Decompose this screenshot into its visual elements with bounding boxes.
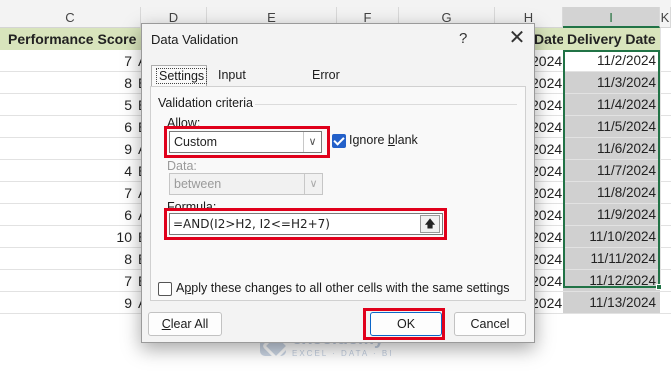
ok-button[interactable]: OK [370,312,442,336]
allow-label: Allow: [167,116,201,130]
header-partial-h[interactable]: Date [531,28,563,50]
clear-all-button[interactable]: Clear All [148,312,222,336]
partial-cell-h[interactable]: 2024 [531,160,563,182]
settings-panel: Validation criteria Allow: Custom ∨ Igno… [150,86,526,301]
gridline [660,28,661,288]
validation-criteria-label: Validation criteria [158,96,253,110]
allow-select-value: Custom [174,135,218,149]
partial-cell-h[interactable]: 2024 [531,292,563,314]
partial-cell-h[interactable]: 2024 [531,138,563,160]
help-button[interactable]: ? [459,30,467,47]
group-divider [255,104,517,105]
ignore-blank-accesskey: b [387,133,395,147]
watermark-tagline: EXCEL · DATA · BI [292,349,394,358]
performance-score-cell[interactable]: 5 [0,94,136,116]
tab-error-alert[interactable]: Error Alert [308,65,372,102]
partial-cell-h[interactable]: 2024 [531,270,563,292]
partial-cell-h[interactable]: 2024 [531,226,563,248]
delivery-date-cell[interactable]: 11/6/2024 [563,138,660,160]
chevron-down-icon: ∨ [303,132,321,152]
performance-score-cell[interactable]: 7 [0,50,136,72]
tab-settings[interactable]: Settings [151,65,208,87]
allow-select[interactable]: Custom ∨ [169,131,322,153]
formula-value: =AND(I2>H2, I2<=H2+7) [173,217,330,231]
ignore-blank-text-b: lank [394,133,418,147]
performance-score-cell[interactable]: 9 [0,292,136,314]
partial-cell-h[interactable]: 2024 [531,248,563,270]
collapse-dialog-icon[interactable]: 🡅 [420,215,440,233]
data-select-value: between [174,177,222,191]
apply-text-b: ply these changes to all other cells wit… [191,281,510,295]
delivery-date-cell[interactable]: 11/3/2024 [563,72,660,94]
apply-all-label: Apply these changes to all other cells w… [176,281,510,295]
formula-input[interactable]: =AND(I2>H2, I2<=H2+7) 🡅 [169,213,443,235]
chevron-down-icon: ∨ [304,174,322,194]
tab-input-message[interactable]: Input Message [214,65,302,102]
performance-score-cell[interactable]: 7 [0,182,136,204]
fill-handle[interactable] [656,284,662,290]
delivery-date-cell[interactable]: 11/13/2024 [563,292,660,314]
column-header-i[interactable]: I [563,7,660,28]
delivery-date-cell[interactable]: 11/7/2024 [563,160,660,182]
clear-all-label: lear All [170,317,209,331]
delivery-date-cell[interactable]: 11/9/2024 [563,204,660,226]
column-header-c[interactable]: C [0,7,141,28]
data-validation-dialog: Data Validation ? ✕ Settings Input Messa… [141,23,535,343]
partial-cell-h[interactable]: 2024 [531,204,563,226]
partial-cell-h[interactable]: 2024 [531,182,563,204]
cancel-button[interactable]: Cancel [454,312,526,336]
close-icon[interactable]: ✕ [506,26,528,50]
performance-score-cell[interactable]: 4 [0,160,136,182]
dialog-title: Data Validation [151,32,239,47]
performance-score-cell[interactable]: 6 [0,204,136,226]
delivery-date-cell[interactable]: 11/12/2024 [563,270,660,292]
header-delivery-date[interactable]: Delivery Date [563,28,660,50]
ribbon-edge [0,0,671,7]
tab-settings-label: Settings [156,68,208,84]
delivery-date-cell[interactable]: 11/8/2024 [563,182,660,204]
column-header-k[interactable]: K [660,7,671,28]
clear-all-accesskey: C [161,317,171,331]
partial-cell-h[interactable]: 2024 [531,50,563,72]
ignore-blank-label: Ignore blank [349,133,418,147]
delivery-date-cell[interactable]: 11/4/2024 [563,94,660,116]
performance-score-cell[interactable]: 8 [0,248,136,270]
ignore-blank-text-a: Ignore [349,133,388,147]
data-select: between ∨ [169,173,323,195]
data-label: Data: [167,159,197,173]
partial-cell-h[interactable]: 2024 [531,94,563,116]
apply-all-checkbox[interactable] [158,282,172,296]
partial-cell-h[interactable]: 2024 [531,116,563,138]
performance-score-cell[interactable]: 7 [0,270,136,292]
delivery-date-cell[interactable]: 11/5/2024 [563,116,660,138]
delivery-date-cell[interactable]: 11/2/2024 [563,50,660,72]
header-performance-score[interactable]: Performance Score [0,28,141,50]
formula-label: Formula: [167,200,217,214]
partial-cell-h[interactable]: 2024 [531,72,563,94]
performance-score-cell[interactable]: 10 [0,226,136,248]
performance-score-cell[interactable]: 6 [0,116,136,138]
ignore-blank-checkbox[interactable] [332,134,346,148]
performance-score-cell[interactable]: 9 [0,138,136,160]
delivery-date-cell[interactable]: 11/11/2024 [563,248,660,270]
performance-score-cell[interactable]: 8 [0,72,136,94]
delivery-date-cell[interactable]: 11/10/2024 [563,226,660,248]
